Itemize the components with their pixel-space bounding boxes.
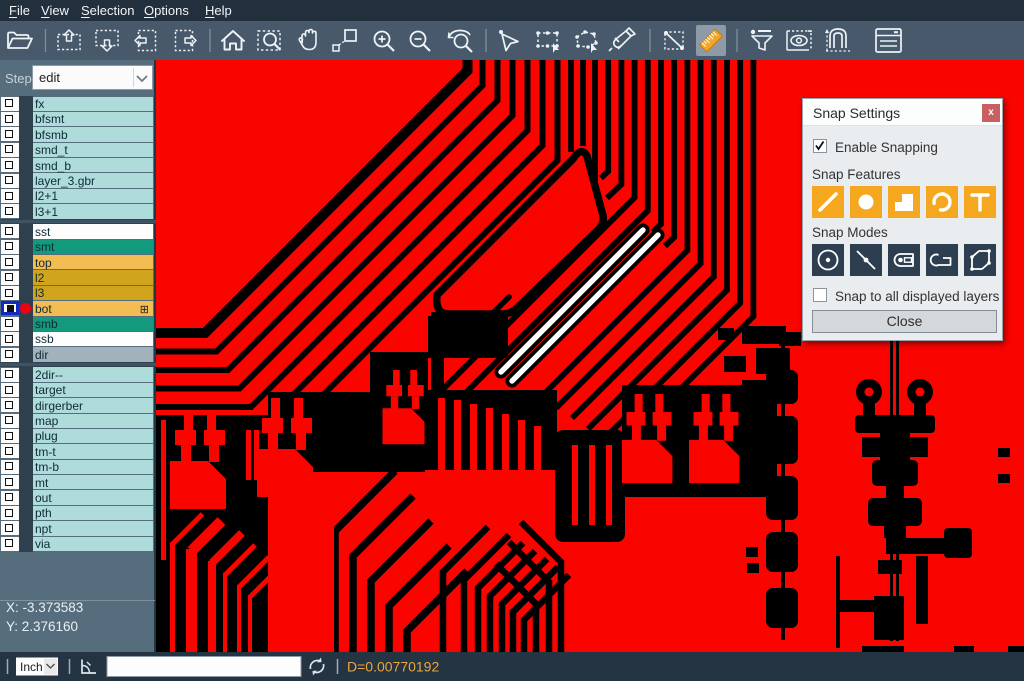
svg-text:Inch: Inch — [20, 660, 43, 674]
svg-text:D=0.00770192: D=0.00770192 — [347, 659, 439, 675]
